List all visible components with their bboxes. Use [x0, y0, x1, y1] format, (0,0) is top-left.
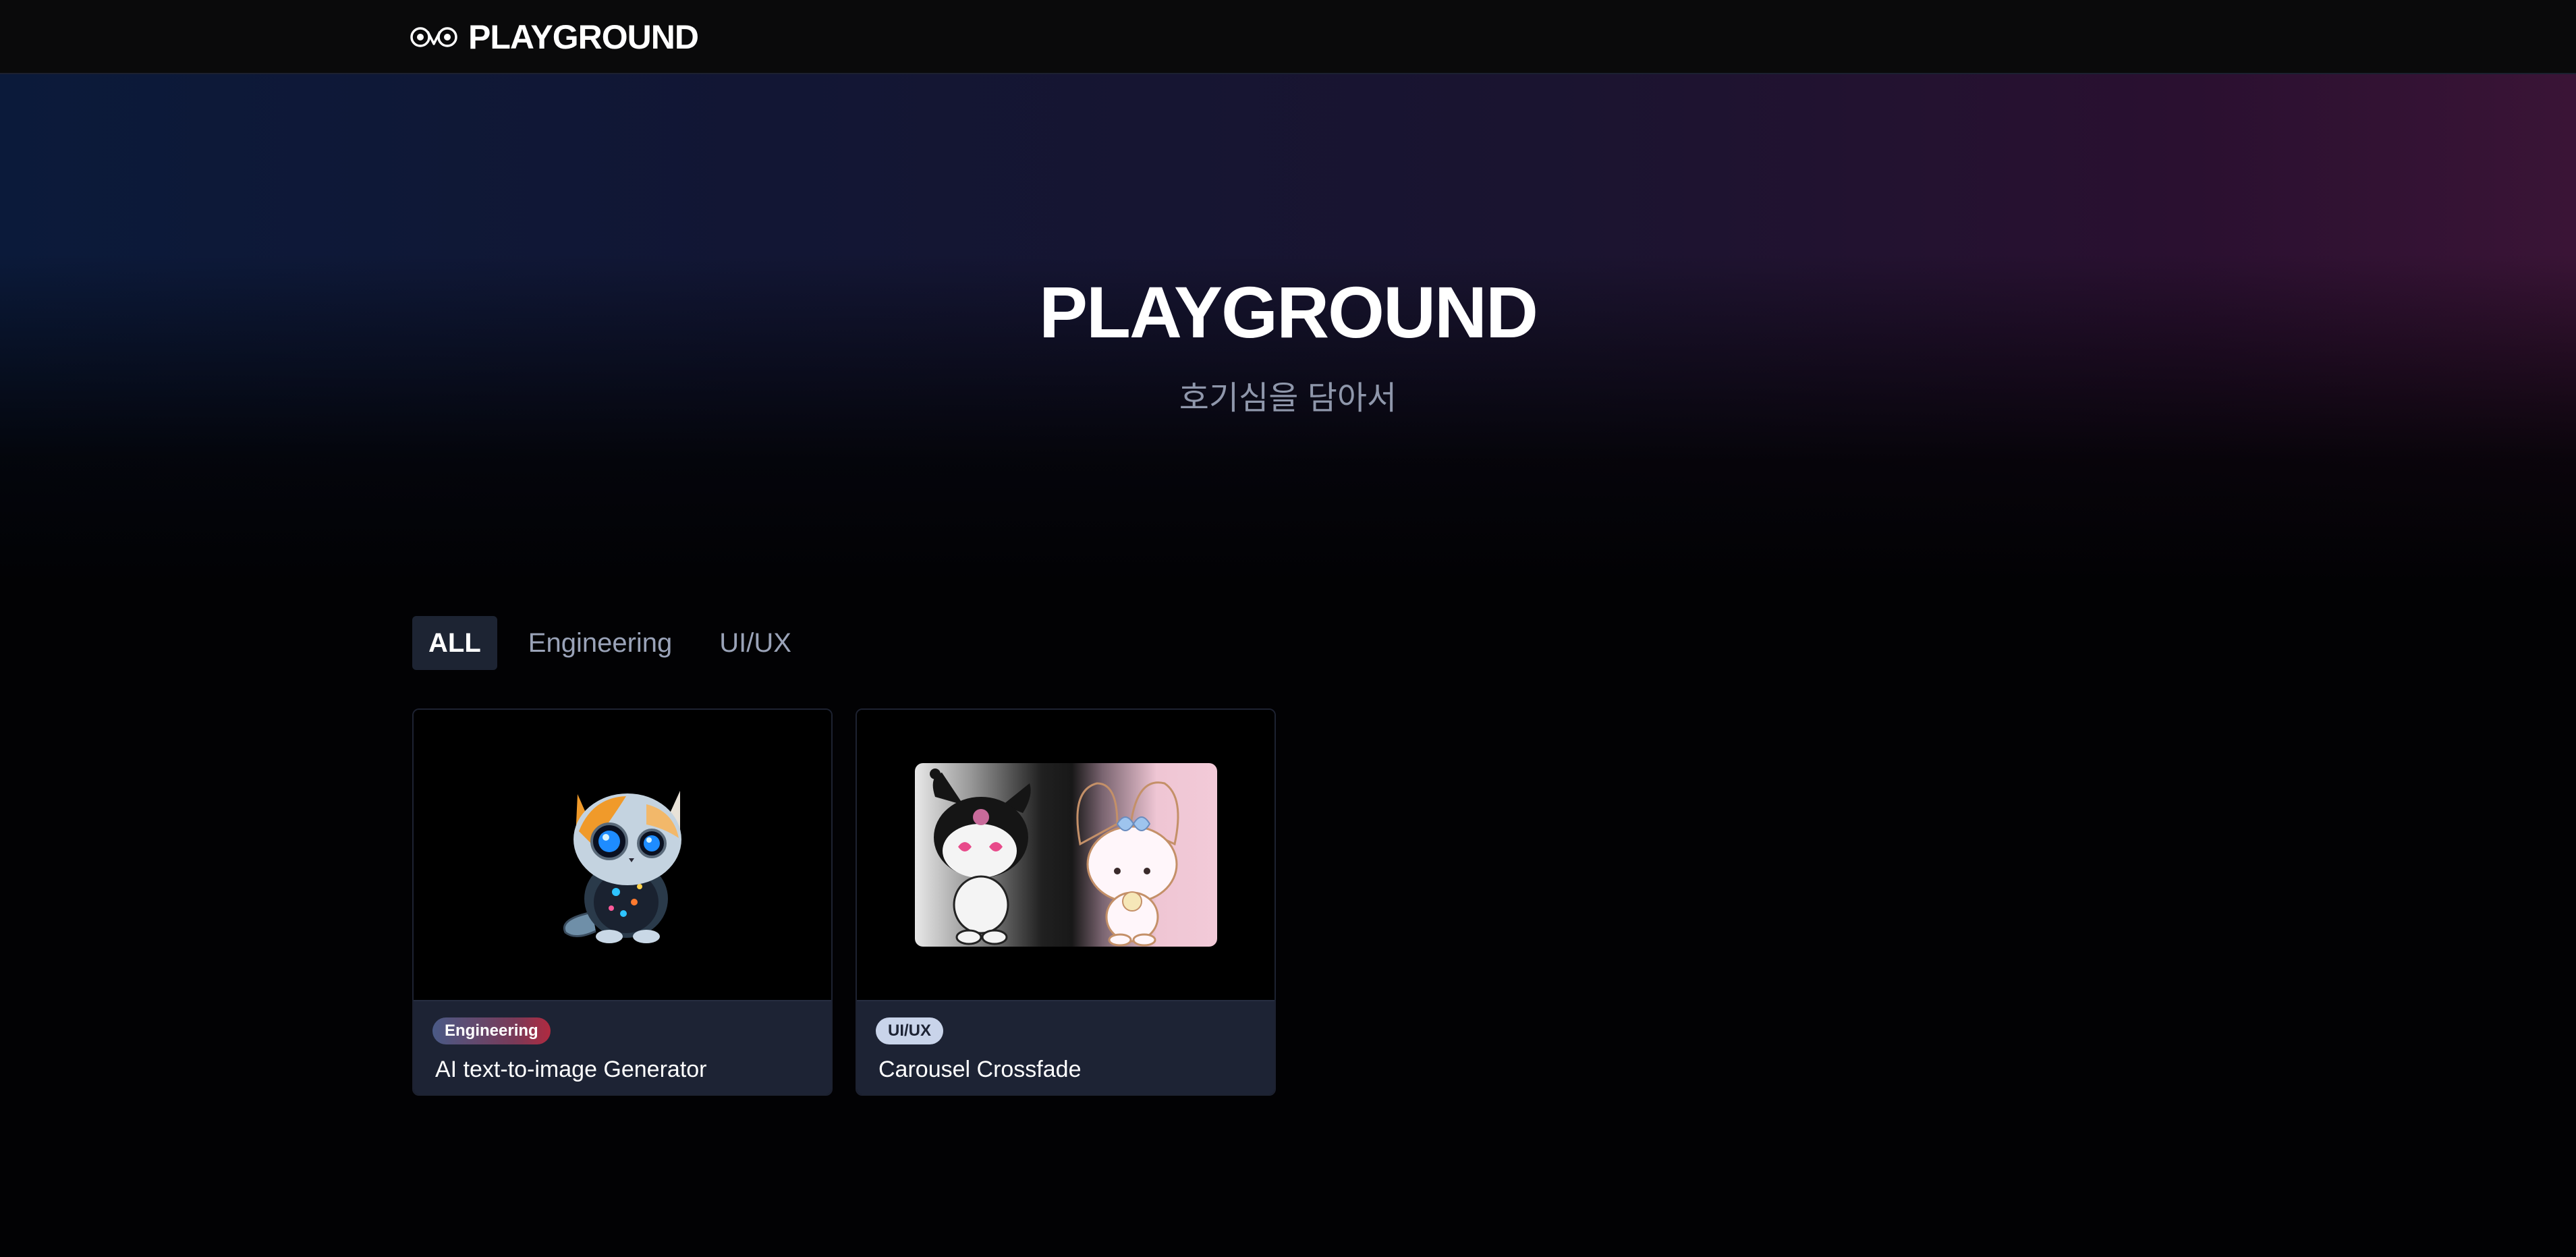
tab-engineering[interactable]: Engineering: [512, 616, 689, 670]
tab-ui-ux[interactable]: UI/UX: [703, 616, 808, 670]
card-thumbnail: [857, 710, 1275, 1000]
hero-subtitle: 호기심을 담아서: [1179, 381, 1397, 416]
category-badge: Engineering: [432, 1017, 551, 1044]
brand-name: PLAYGROUND: [468, 18, 699, 56]
category-badge: UI/UX: [876, 1017, 944, 1044]
robot-cat-illustration: [563, 791, 681, 943]
crossfade-image-frame: [914, 763, 1217, 947]
tab-all[interactable]: ALL: [412, 616, 497, 670]
hero-title: PLAYGROUND: [1038, 271, 1538, 353]
card-title: Carousel Crossfade: [878, 1057, 1082, 1082]
hero-banner: PLAYGROUND 호기심을 담아서: [0, 74, 2576, 587]
brand-home-link[interactable]: PLAYGROUND: [409, 18, 699, 57]
kuromi-my-melody-crossfade-illustration: [929, 769, 1179, 947]
card-thumbnail: [414, 710, 831, 1000]
category-filter-tabs: ALL Engineering UI/UX: [412, 616, 822, 670]
top-navigation-bar: PLAYGROUND: [0, 0, 2576, 74]
eyes-logo-icon: [409, 26, 459, 49]
card-footer: UI/UX Carousel Crossfade: [857, 1000, 1275, 1094]
card-footer: Engineering AI text-to-image Generator: [414, 1000, 831, 1094]
project-card-carousel-crossfade[interactable]: UI/UX Carousel Crossfade: [856, 708, 1276, 1096]
project-card-ai-generator[interactable]: Engineering AI text-to-image Generator: [412, 708, 833, 1096]
card-title: AI text-to-image Generator: [435, 1057, 707, 1082]
